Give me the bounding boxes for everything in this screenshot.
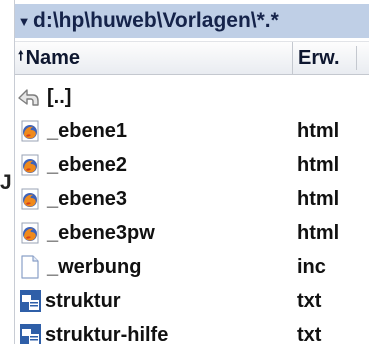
parent-folder-icon: [17, 85, 39, 109]
file-list: [..] _ebene1 html _ebene2 html _ebene3 h…: [15, 80, 369, 344]
file-ext: inc: [297, 256, 326, 278]
text-file-icon: [19, 323, 41, 344]
column-header-ext[interactable]: Erw.: [298, 42, 340, 74]
column-divider[interactable]: [356, 46, 357, 70]
firefox-icon: [19, 221, 41, 245]
list-item[interactable]: _werbung inc: [15, 250, 369, 284]
file-name: struktur-hilfe: [45, 324, 169, 344]
firefox-icon: [19, 153, 41, 177]
firefox-icon: [19, 187, 41, 211]
background-window-edge: J: [0, 0, 13, 344]
file-name: _ebene2: [47, 154, 128, 176]
file-name: [..]: [47, 86, 72, 108]
path-bar[interactable]: ▼ d:\hp\huweb\Vorlagen\*.*: [15, 4, 369, 38]
list-item[interactable]: _ebene3pw html: [15, 216, 369, 250]
list-item[interactable]: _ebene3 html: [15, 182, 369, 216]
column-header-name[interactable]: 🠕 Name: [15, 42, 293, 74]
triangle-down-icon[interactable]: ▼: [17, 14, 31, 29]
file-ext: html: [297, 188, 340, 210]
file-name: _ebene1: [47, 120, 128, 142]
file-name: _werbung: [47, 256, 142, 278]
list-item[interactable]: _ebene1 html: [15, 114, 369, 148]
file-name: _ebene3pw: [47, 222, 155, 244]
list-item[interactable]: _ebene2 html: [15, 148, 369, 182]
file-name: _ebene3: [47, 188, 128, 210]
column-header-row: 🠕 Name Erw.: [15, 41, 369, 75]
firefox-icon: [19, 119, 41, 143]
list-item[interactable]: struktur-hilfe txt: [15, 318, 369, 344]
column-header-name-label: Name: [25, 46, 81, 69]
column-header-ext-label: Erw.: [298, 46, 340, 69]
file-ext: txt: [297, 290, 322, 312]
background-window-letter: J: [0, 171, 12, 194]
file-ext: html: [297, 154, 340, 176]
file-ext: html: [297, 120, 340, 142]
list-item[interactable]: struktur txt: [15, 284, 369, 318]
arrow-up-icon: 🠕: [18, 48, 24, 63]
file-name: struktur: [45, 290, 121, 312]
file-ext: html: [297, 222, 340, 244]
current-path: d:\hp\huweb\Vorlagen\*.*: [33, 9, 279, 32]
text-file-icon: [19, 289, 41, 313]
blank-document-icon: [19, 255, 41, 279]
file-panel: ▼ d:\hp\huweb\Vorlagen\*.* 🠕 Name Erw. […: [14, 0, 369, 344]
file-ext: txt: [297, 324, 322, 344]
list-item[interactable]: [..]: [15, 80, 369, 114]
